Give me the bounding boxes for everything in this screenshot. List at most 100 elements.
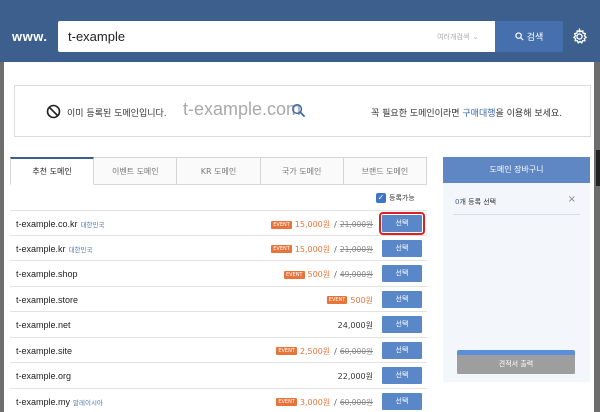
select-button[interactable]: 선택 (382, 392, 422, 410)
domain-price: 2,500원 (299, 346, 331, 356)
search-icon (292, 104, 306, 118)
domain-price: 15,000원 (294, 244, 331, 254)
domain-price: 500원 (307, 270, 331, 279)
price-info: EVENT 2,500원/60,000원 (276, 346, 373, 357)
extension-selector-label: 여러개검색 (437, 33, 470, 41)
divider (453, 214, 580, 215)
domain-price: 500원 (350, 295, 373, 305)
hint-before: 꼭 필요한 도메인이라면 (371, 109, 463, 119)
domain-name: t-example.shop (16, 269, 78, 279)
domain-name: t-example.my 말레이시아 (16, 397, 103, 407)
domain-row: t-example.shop EVENT 500원/49,000원 선택 (10, 261, 427, 287)
tab-event[interactable]: 이벤트 도메인 (94, 157, 178, 185)
domain-name: t-example.site (16, 346, 72, 356)
domain-category-tabs: 추천 도메인 이벤트 도메인 KR 도메인 국가 도메인 브랜드 도메인 (10, 157, 428, 185)
domain-search-input[interactable]: t-example 여러개검색 ⌄ (58, 21, 495, 52)
searched-domain: t-example.com (183, 99, 302, 119)
search-button-label: 검색 (526, 33, 544, 43)
price-info: EVENT 15,000원/21,000원 (271, 219, 373, 230)
domain-price: 3,000원 (299, 397, 331, 407)
cart-status-text: 개 등록 선택 (459, 198, 497, 206)
proxy-purchase-link[interactable]: 구매대행 (462, 109, 495, 119)
domain-name: t-example.org (16, 371, 71, 381)
domain-row: t-example.site EVENT 2,500원/60,000원 선택 (10, 338, 427, 363)
price-info: EVENT 15,000원/21,000원 (271, 244, 373, 255)
domain-name: t-example.co.kr 대한민국 (16, 219, 104, 229)
domain-price: 22,000원 (337, 372, 373, 381)
gear-icon[interactable] (571, 28, 588, 45)
cart-status: 0개 등록 선택 (455, 197, 496, 207)
domain-name-text: t-example.my (16, 396, 71, 407)
www-prefix: www. (12, 29, 48, 44)
domain-name-text: t-example.net (16, 320, 71, 330)
price-separator: / (334, 244, 337, 254)
price-info: 22,000원 (338, 371, 373, 382)
price-info: EVENT 500원 (326, 295, 373, 306)
select-button[interactable]: 선택 (382, 290, 422, 308)
domain-name-text: t-example.kr (16, 243, 66, 254)
event-badge: EVENT (326, 296, 348, 304)
original-price: 21,000원 (339, 244, 373, 254)
domain-name-text: t-example.org (16, 371, 72, 381)
cart-body: 0개 등록 선택 × 신청하기 (443, 183, 590, 382)
price-info: EVENT 500원/49,000원 (283, 269, 373, 280)
hint-after: 을 이용해 보세요. (495, 109, 563, 119)
event-badge: EVENT (271, 245, 292, 253)
available-filter[interactable]: ✓ 등록가능 (376, 193, 415, 203)
original-price: 60,000원 (339, 397, 373, 407)
domain-name-text: t-example.site (16, 345, 73, 356)
domain-country: 대한민국 (80, 222, 105, 229)
search-icon (515, 32, 524, 41)
event-badge: EVENT (276, 347, 297, 355)
search-value: t-example (68, 29, 126, 44)
tab-brand[interactable]: 브랜드 도메인 (343, 157, 428, 185)
scroll-handle[interactable] (596, 150, 600, 186)
event-badge: EVENT (283, 270, 305, 279)
close-icon[interactable]: × (568, 194, 576, 205)
notice-message: 이미 등록된 도메인입니다. (67, 109, 167, 119)
domain-name: t-example.net (16, 320, 71, 330)
price-separator: / (334, 220, 337, 229)
price-separator: / (334, 346, 337, 356)
extension-selector[interactable]: 여러개검색 ⌄ (437, 32, 479, 42)
domain-row: t-example.store EVENT 500원 선택 (10, 287, 427, 312)
domain-country: 말레이시아 (73, 399, 103, 407)
available-label: 등록가능 (389, 194, 415, 202)
select-button[interactable]: 선택 (382, 265, 422, 282)
domain-name-text: t-example.shop (16, 269, 78, 279)
select-button[interactable]: 선택 (382, 239, 422, 257)
chevron-down-icon: ⌄ (472, 32, 479, 41)
domain-name-text: t-example.co.kr (16, 219, 78, 229)
cart-title: 도메인 장바구니 (443, 157, 590, 183)
proxy-purchase-hint: 꼭 필요한 도메인이라면 구매대행을 이용해 보세요. (371, 106, 562, 119)
domain-name: t-example.kr 대한민국 (16, 244, 92, 254)
domain-row: t-example.my 말레이시아 EVENT 3,000원/60,000원 선택 (10, 389, 427, 412)
domain-row: t-example.org 22,000원 선택 (10, 363, 427, 389)
original-price: 21,000원 (339, 220, 373, 229)
select-button[interactable]: 선택 (382, 316, 422, 333)
select-button[interactable]: 선택 (379, 212, 425, 235)
price-info: 24,000원 (338, 320, 373, 331)
domain-price: 15,000원 (294, 220, 331, 229)
event-badge: EVENT (276, 398, 297, 406)
domain-name-text: t-example.store (16, 294, 79, 305)
original-price: 49,000원 (339, 270, 373, 279)
domain-row: t-example.net 24,000원 선택 (10, 312, 427, 338)
quote-print-button[interactable]: 견적서 출력 (457, 355, 575, 374)
available-checkbox[interactable]: ✓ (376, 193, 386, 203)
tab-country[interactable]: 국가 도메인 (260, 157, 344, 185)
domain-price: 24,000원 (337, 321, 373, 330)
select-button[interactable]: 선택 (382, 367, 422, 384)
price-separator: / (334, 397, 337, 407)
original-price: 60,000원 (339, 346, 373, 356)
select-button[interactable]: 선택 (382, 341, 422, 359)
domain-cart: 도메인 장바구니 0개 등록 선택 × 신청하기 (443, 157, 590, 382)
tab-kr[interactable]: KR 도메인 (177, 157, 261, 185)
unavailable-notice: 이미 등록된 도메인입니다. t-example.com 꼭 필요한 도메인이라… (14, 85, 591, 137)
search-button[interactable]: 검색 (495, 21, 563, 52)
tab-recommended[interactable]: 추천 도메인 (10, 157, 95, 185)
prohibited-icon (46, 104, 61, 119)
domain-row: t-example.co.kr 대한민국 EVENT 15,000원/21,000원 선… (10, 210, 427, 236)
domain-country: 대한민국 (68, 246, 93, 254)
domain-row: t-example.kr 대한민국 EVENT 15,000원/21,000원 선택 (10, 236, 427, 261)
